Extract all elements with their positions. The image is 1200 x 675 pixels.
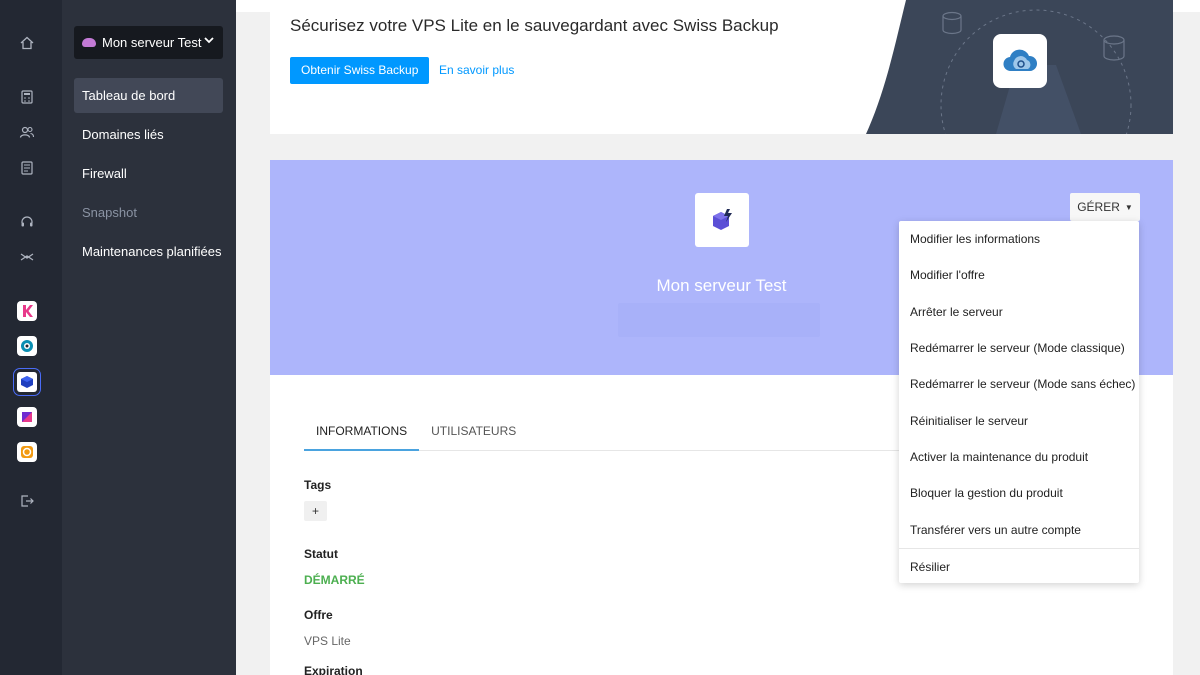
infomaniak-app-icon[interactable]	[17, 442, 37, 462]
product-sidebar: Mon serveur Test Tableau de bord Domaine…	[62, 0, 236, 675]
sidebar-item-label: Maintenances planifiées	[82, 244, 222, 259]
menu-item-restart-classic[interactable]: Redémarrer le serveur (Mode classique)	[899, 330, 1139, 366]
banner-title: Sécurisez votre VPS Lite en le sauvegard…	[290, 16, 779, 35]
server-subtitle-placeholder	[618, 303, 820, 337]
manage-dropdown-menu: Modifier les informations Modifier l'off…	[899, 221, 1139, 583]
calculator-icon[interactable]	[17, 87, 37, 107]
sidebar-item-label: Firewall	[82, 166, 127, 181]
menu-item-restart-safe[interactable]: Redémarrer le serveur (Mode sans échec)	[899, 366, 1139, 402]
menu-item-reset-server[interactable]: Réinitialiser le serveur	[899, 402, 1139, 438]
menu-item-terminate[interactable]: Résilier	[899, 549, 1139, 585]
sidebar-item-snapshot[interactable]: Snapshot	[74, 195, 223, 230]
menu-item-stop-server[interactable]: Arrêter le serveur	[899, 294, 1139, 330]
server-selector[interactable]: Mon serveur Test	[74, 26, 223, 59]
billing-icon[interactable]	[17, 158, 37, 178]
kchat-app-icon[interactable]	[17, 301, 37, 321]
icon-rail	[0, 0, 62, 675]
sidebar-item-domaines-lies[interactable]: Domaines liés	[74, 117, 223, 152]
manage-button[interactable]: GÉRER ▼	[1070, 193, 1140, 221]
expiration-label: Expiration	[304, 664, 363, 675]
add-tag-button[interactable]: +	[304, 501, 327, 521]
swiss-backup-logo	[993, 34, 1047, 88]
sidebar-nav: Tableau de bord Domaines liés Firewall S…	[74, 78, 223, 273]
vps-app-icon[interactable]	[13, 368, 41, 396]
server-selector-label: Mon serveur Test	[102, 35, 202, 50]
logout-icon[interactable]	[17, 491, 37, 511]
sidebar-item-tableau-de-bord[interactable]: Tableau de bord	[74, 78, 223, 113]
sidebar-item-maintenances[interactable]: Maintenances planifiées	[74, 234, 223, 269]
tabs: INFORMATIONS UTILISATEURS	[304, 421, 900, 451]
menu-item-modify-offer[interactable]: Modifier l'offre	[899, 257, 1139, 293]
tab-informations[interactable]: INFORMATIONS	[304, 421, 420, 451]
swiss-backup-banner: Sécurisez votre VPS Lite en le sauvegard…	[270, 0, 1173, 134]
manage-button-label: GÉRER	[1077, 200, 1120, 214]
sidebar-item-label: Snapshot	[82, 205, 137, 220]
sidebar-item-label: Domaines liés	[82, 127, 164, 142]
tags-label: Tags	[304, 478, 332, 492]
chevron-down-icon	[203, 34, 215, 49]
home-icon[interactable]	[17, 33, 37, 53]
sidebar-item-firewall[interactable]: Firewall	[74, 156, 223, 191]
learn-more-link[interactable]: En savoir plus	[439, 63, 514, 77]
sidebar-item-label: Tableau de bord	[82, 88, 176, 103]
caret-down-icon: ▼	[1124, 202, 1133, 212]
menu-item-transfer-account[interactable]: Transférer vers un autre compte	[899, 511, 1139, 547]
support-icon[interactable]	[17, 212, 37, 232]
menu-item-modify-info[interactable]: Modifier les informations	[899, 221, 1139, 257]
kdrive-app-icon[interactable]	[17, 336, 37, 356]
vps-product-logo	[695, 193, 749, 247]
offer-label: Offre	[304, 608, 333, 622]
get-swiss-backup-button[interactable]: Obtenir Swiss Backup	[290, 57, 430, 84]
cloud-icon	[82, 38, 96, 47]
menu-item-block-management[interactable]: Bloquer la gestion du produit	[899, 475, 1139, 511]
menu-item-enable-maintenance[interactable]: Activer la maintenance du produit	[899, 439, 1139, 475]
users-icon[interactable]	[17, 122, 37, 142]
status-value: DÉMARRÉ	[304, 573, 365, 587]
network-icon[interactable]	[17, 247, 37, 267]
kmeet-app-icon[interactable]	[17, 407, 37, 427]
tab-utilisateurs[interactable]: UTILISATEURS	[419, 421, 528, 451]
offer-value: VPS Lite	[304, 634, 351, 648]
status-label: Statut	[304, 547, 338, 561]
